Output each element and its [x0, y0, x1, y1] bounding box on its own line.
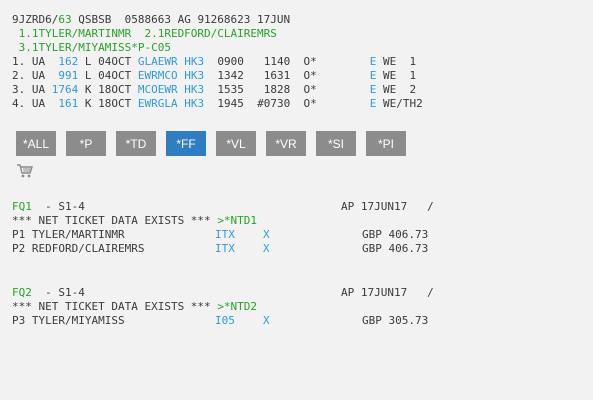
segment-status: HK3 [177, 55, 205, 68]
segment-number: 4. [12, 97, 26, 110]
fare-amount: GBP 305.73 [362, 314, 429, 327]
city-pair: MCOEWR [131, 83, 178, 96]
fare-amount: GBP 406.73 [362, 228, 429, 241]
segment-number: 1. [12, 55, 26, 68]
flight-date: 04OCT [98, 55, 132, 68]
segment-status: HK3 [177, 69, 205, 82]
segment-flag: O* [290, 55, 317, 68]
pnr-header: 9JZRD6/63 QSBSB 0588663 AG 91268623 17JU… [12, 13, 290, 27]
segment-row[interactable]: 1. UA 162 L 04OCT GLAEWR HK3 0900 1140 O… [12, 55, 416, 69]
command-button-p[interactable]: *P [66, 131, 106, 156]
segment-flag: O* [290, 97, 317, 110]
day-of-week: WE 1 [376, 55, 417, 68]
segment-spacer [317, 55, 370, 68]
fare-quote-id[interactable]: FQ2 [12, 286, 32, 299]
record-locator: 9JZRD6/ [12, 13, 59, 26]
departure-time: 1945 [204, 97, 244, 110]
command-button-si[interactable]: *SI [316, 131, 356, 156]
command-button-vl[interactable]: *VL [216, 131, 256, 156]
city-pair: GLAEWR [131, 55, 178, 68]
segment-row[interactable]: 2. UA 991 L 04OCT EWRMCO HK3 1342 1631 O… [12, 69, 416, 83]
segment-flag: O* [290, 83, 317, 96]
segment-spacer [317, 69, 370, 82]
pnr-header-info: QSBSB 0588663 AG 91268623 17JUN [71, 13, 291, 26]
flight-number: 1764 [51, 83, 79, 96]
fare-quote-id[interactable]: FQ1 [12, 200, 32, 213]
flight-date: 18OCT [98, 97, 132, 110]
fare-quote-header[interactable]: FQ1 - S1-4 [12, 200, 85, 214]
segment-spacer [317, 97, 370, 110]
fare-amount: GBP 406.73 [362, 242, 429, 255]
booking-class: L [78, 55, 99, 68]
command-button-all[interactable]: *ALL [16, 131, 56, 156]
fare-type[interactable]: ITX [215, 242, 235, 256]
airline-code: UA [25, 83, 52, 96]
arrival-time: 1828 [243, 83, 291, 96]
segment-status: HK3 [177, 97, 205, 110]
segment-number: 3. [12, 83, 26, 96]
airline-code: UA [25, 69, 52, 82]
fare-quote-segments: - S1-4 [31, 286, 85, 299]
arrival-time: 1631 [243, 69, 291, 82]
advance-purchase: AP 17JUN17 / [341, 286, 434, 299]
airline-code: UA [25, 55, 52, 68]
fare-type[interactable]: I05 [215, 314, 235, 328]
flight-number: 991 [51, 69, 79, 82]
fare-passenger: P2 REDFORD/CLAIREMRS [12, 242, 145, 255]
passenger-names-line-1[interactable]: 1.1TYLER/MARTINMR 2.1REDFORD/CLAIREMRS [12, 27, 277, 41]
segment-spacer [317, 83, 370, 96]
arrival-time: 1140 [243, 55, 291, 68]
command-button-vr[interactable]: *VR [266, 131, 306, 156]
booking-class: K [78, 83, 99, 96]
airline-code: UA [25, 97, 52, 110]
departure-time: 1535 [204, 83, 244, 96]
segment-row[interactable]: 4. UA 161 K 18OCT EWRGLA HK3 1945 #0730 … [12, 97, 423, 111]
day-of-week: WE 1 [376, 69, 417, 82]
segment-number: 2. [12, 69, 26, 82]
flight-date: 04OCT [98, 69, 132, 82]
net-ticket-line: *** NET TICKET DATA EXISTS *** >*NTD2 [12, 300, 257, 314]
fare-quote-header[interactable]: FQ2 - S1-4 [12, 286, 85, 300]
booking-class: K [78, 97, 99, 110]
day-of-week: WE/TH2 [376, 97, 423, 110]
net-ticket-text: *** NET TICKET DATA EXISTS *** [12, 300, 218, 313]
fare-type[interactable]: ITX [215, 228, 235, 242]
city-pair: EWRMCO [131, 69, 178, 82]
net-ticket-text: *** NET TICKET DATA EXISTS *** [12, 214, 218, 227]
city-pair: EWRGLA [131, 97, 178, 110]
passenger-names-line-2[interactable]: 3.1TYLER/MIYAMISS*P-C05 [12, 41, 171, 55]
flight-number: 161 [51, 97, 79, 110]
arrival-time: #0730 [243, 97, 291, 110]
flight-number: 162 [51, 55, 79, 68]
net-ticket-line: *** NET TICKET DATA EXISTS *** >*NTD1 [12, 214, 257, 228]
net-ticket-link[interactable]: >*NTD1 [217, 214, 257, 227]
command-button-pi[interactable]: *PI [366, 131, 406, 156]
fare-select-link[interactable]: X [263, 242, 270, 256]
flight-date: 18OCT [98, 83, 132, 96]
fare-passenger: P1 TYLER/MARTINMR [12, 228, 125, 241]
command-button-td[interactable]: *TD [116, 131, 156, 156]
segment-row[interactable]: 3. UA 1764 K 18OCT MCOEWR HK3 1535 1828 … [12, 83, 416, 97]
fare-select-link[interactable]: X [263, 228, 270, 242]
departure-time: 1342 [204, 69, 244, 82]
segment-status: HK3 [177, 83, 205, 96]
advance-purchase: AP 17JUN17 / [341, 200, 434, 213]
fare-select-link[interactable]: X [263, 314, 270, 328]
departure-time: 0900 [204, 55, 244, 68]
fare-quote-segments: - S1-4 [31, 200, 85, 213]
fare-passenger: P3 TYLER/MIYAMISS [12, 314, 125, 327]
command-button-ff[interactable]: *FF [166, 131, 206, 156]
booking-class: L [78, 69, 99, 82]
net-ticket-link[interactable]: >*NTD2 [217, 300, 257, 313]
record-locator-suffix: 63 [58, 13, 72, 26]
day-of-week: WE 2 [376, 83, 417, 96]
segment-flag: O* [290, 69, 317, 82]
shopping-cart-icon[interactable] [16, 163, 34, 179]
